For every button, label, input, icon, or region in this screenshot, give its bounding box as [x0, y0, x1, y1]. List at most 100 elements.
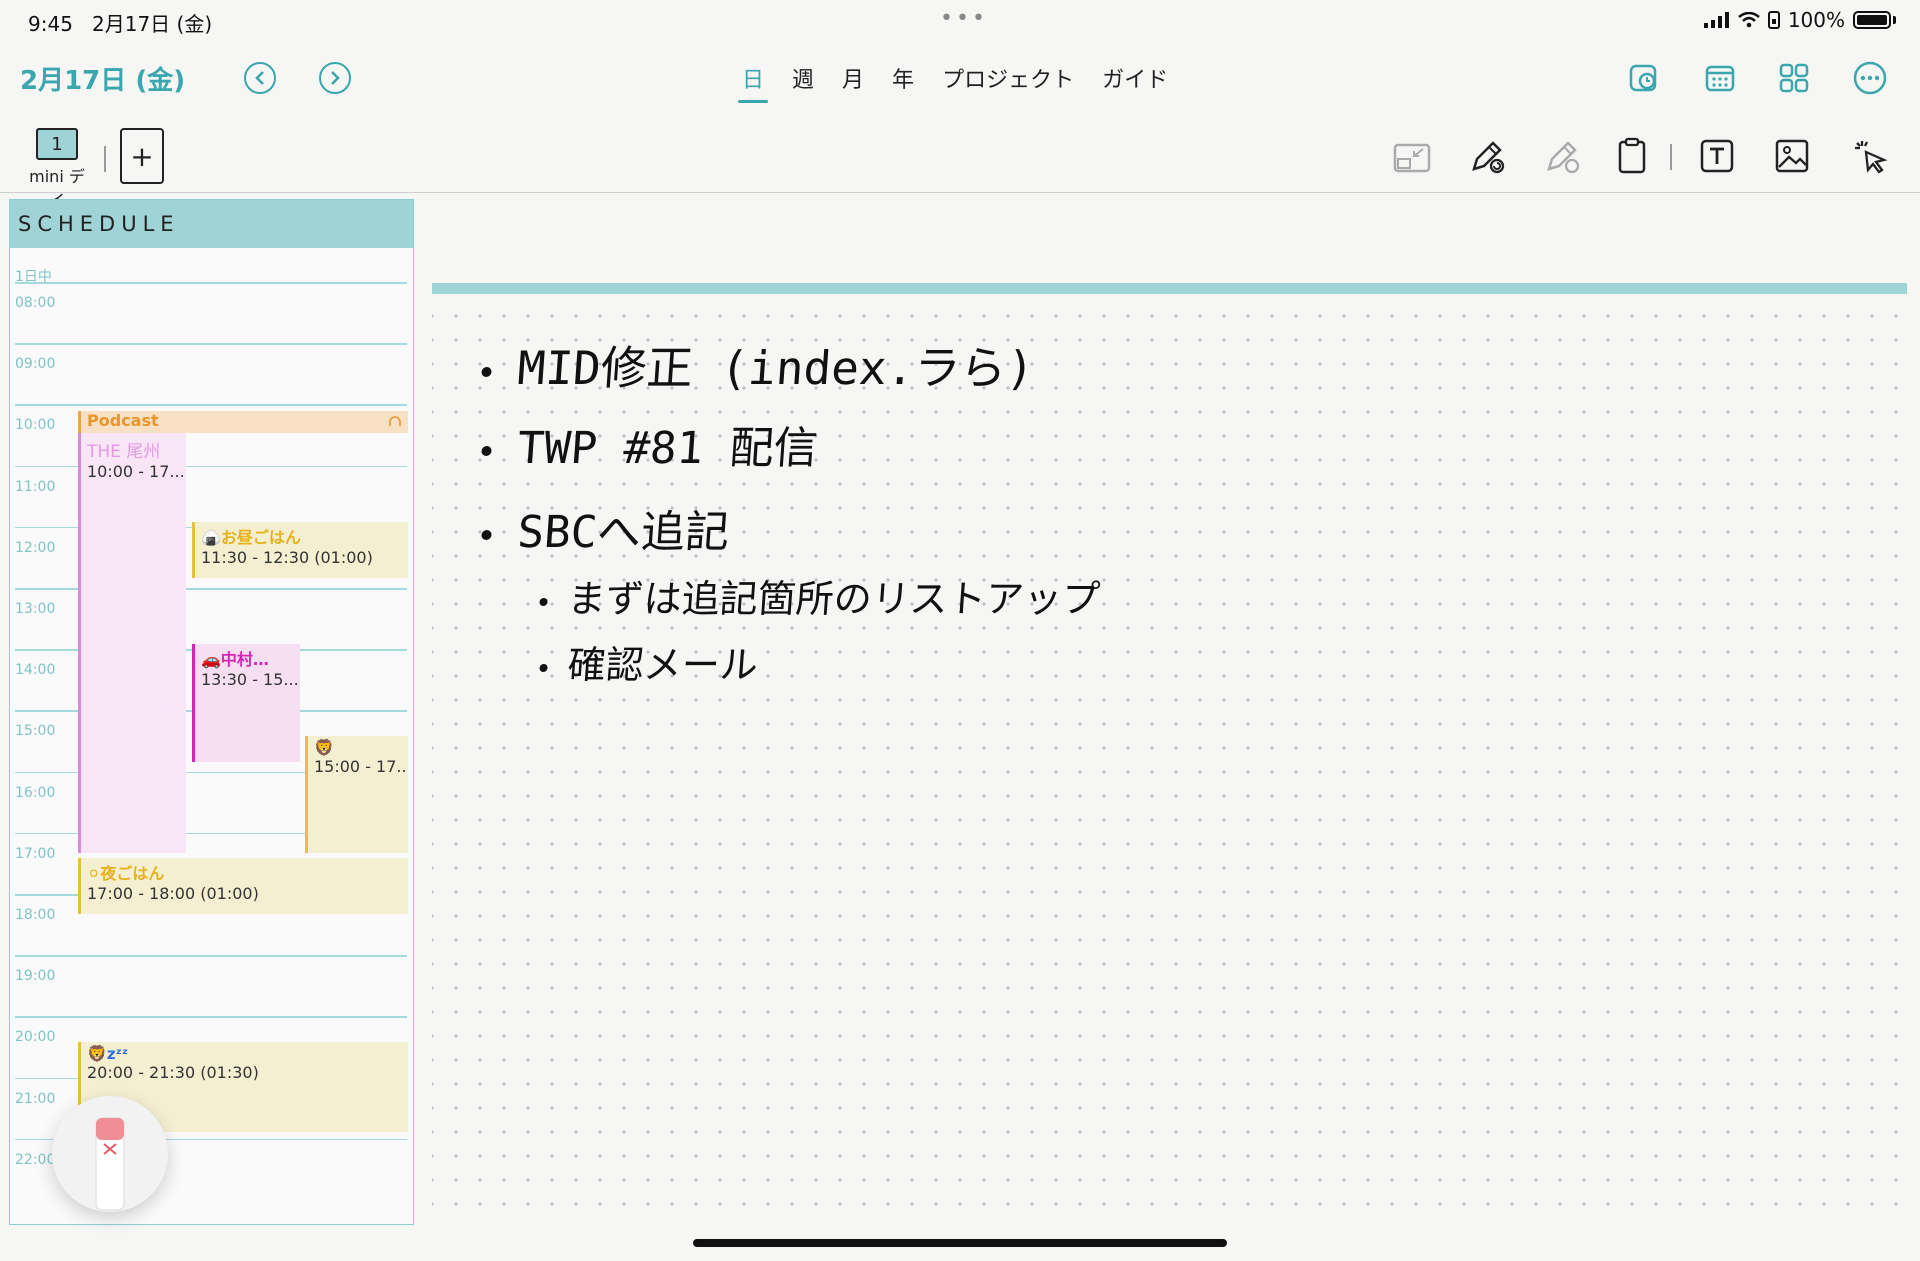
status-time: 9:45: [28, 12, 73, 36]
shrink-button[interactable]: [1392, 138, 1432, 178]
event-owari-time: 10:00 - 17...: [87, 462, 185, 481]
more-button[interactable]: [1852, 60, 1888, 96]
hour-label: 18:00: [15, 907, 56, 923]
clipboard-icon: [1618, 137, 1646, 174]
tab-day[interactable]: 日: [728, 62, 778, 103]
tab-guide[interactable]: ガイド: [1088, 62, 1182, 94]
event-podcast-title: Podcast: [87, 411, 159, 430]
chevron-right-icon: [331, 71, 340, 85]
shrink-window-icon: [1393, 143, 1431, 173]
toolbar-separator: [0, 192, 1920, 193]
status-indicators: 100%: [1703, 8, 1896, 32]
tab-year[interactable]: 年: [878, 62, 928, 94]
clock-calendar-icon: [1629, 64, 1657, 92]
note-canvas[interactable]: MID修正 (index.ラら) TWP #81 配信 SBCへ追記 まずは追記…: [432, 296, 1907, 1226]
hour-label: 17:00: [15, 845, 56, 862]
bullet-icon: [539, 663, 548, 672]
note-line: まずは追記箇所のリストアップ: [538, 568, 1102, 623]
hour-label: 10:00: [15, 417, 56, 434]
lion-icon: 🦁: [87, 1044, 107, 1063]
multitask-dots-icon[interactable]: •••: [940, 6, 988, 31]
hour-label: 09:00: [15, 356, 56, 373]
hour-label: 13:00: [15, 601, 56, 617]
view-tabs: 日 週 月 年 プロジェクト ガイド: [728, 62, 1182, 103]
pencil-tool-button[interactable]: [52, 1096, 168, 1212]
hour-divider: [15, 588, 407, 590]
eraser-pencil-icon: [95, 1117, 125, 1211]
pen-tool-button[interactable]: [1467, 136, 1507, 176]
event-owari[interactable]: THE 尾州 10:00 - 17...: [78, 433, 186, 853]
page-title[interactable]: 2月17日 (金): [20, 60, 185, 97]
schedule-panel: SCHEDULE 1日中 08:00 09:00 10:00 11:00 12:00 13…: [9, 199, 414, 1225]
hour-divider: [15, 465, 407, 468]
hour-label: 16:00: [15, 784, 56, 801]
clipboard-button[interactable]: [1612, 136, 1652, 176]
hour-label: 15:00: [15, 723, 56, 740]
bullet-icon: [481, 366, 492, 377]
add-page-button[interactable]: +: [120, 128, 164, 184]
chevron-left-icon: [255, 71, 264, 85]
event-dinner-title: 夜ごはん: [100, 864, 165, 883]
battery-tip: [1893, 16, 1896, 24]
sleep-zz-icon: zᶻᶻ: [106, 1045, 129, 1063]
hour-divider: [15, 955, 407, 957]
note-line: TWP #81 配信: [480, 412, 820, 476]
pen-icon: [1472, 141, 1505, 174]
event-dinner[interactable]: ⚪夜ごはん 17:00 - 18:00 (01:00): [78, 858, 408, 914]
home-indicator[interactable]: [693, 1239, 1227, 1247]
more-icon: [1853, 61, 1887, 95]
event-nakamura[interactable]: 🚗中村… 13:30 - 15...: [192, 644, 300, 762]
image-icon: [1775, 139, 1809, 173]
note-text: TWP #81 配信: [515, 423, 820, 474]
event-podcast[interactable]: Podcast: [78, 411, 408, 433]
eraser-tool-button[interactable]: [1542, 136, 1582, 176]
hour-label: 12:00: [15, 539, 56, 556]
hour-label: 11:00: [15, 478, 56, 495]
clock-calendar-button[interactable]: [1626, 60, 1662, 96]
hour-label: 20:00: [15, 1029, 56, 1046]
hour-divider: [15, 1016, 407, 1018]
battery-percent: 100%: [1787, 8, 1845, 32]
prev-day-button[interactable]: [244, 62, 276, 94]
note-header-band: [432, 283, 1907, 294]
mini-page-number: 1: [36, 128, 78, 160]
note-text: MID修正 (index.ラら): [515, 341, 1037, 395]
next-day-button[interactable]: [319, 62, 351, 94]
tab-project[interactable]: プロジェクト: [928, 62, 1088, 94]
schedule-title: SCHEDULE: [10, 200, 413, 248]
event-lunch-time: 11:30 - 12:30 (01:00): [201, 548, 373, 567]
event-lion[interactable]: 🦁 15:00 - 17...: [305, 736, 408, 853]
event-nakamura-title: 中村…: [220, 650, 269, 669]
tab-week[interactable]: 週: [778, 62, 828, 94]
calendar-button[interactable]: [1702, 60, 1738, 96]
hour-label: 19:00: [15, 968, 56, 985]
plus-icon: +: [130, 139, 154, 173]
wifi-icon: [1738, 12, 1760, 28]
text-box-button[interactable]: [1697, 136, 1737, 176]
grid-icon: [1779, 63, 1809, 93]
image-button[interactable]: [1772, 136, 1812, 176]
event-dinner-time: 17:00 - 18:00 (01:00): [87, 884, 259, 903]
lion-icon: 🦁: [314, 738, 334, 757]
note-text: まずは追記箇所のリストアップ: [566, 577, 1102, 621]
grid-view-button[interactable]: [1776, 60, 1812, 96]
note-line: SBCへ追記: [480, 496, 732, 560]
pen-disabled-icon: [1547, 141, 1580, 174]
select-tool-button[interactable]: [1850, 136, 1890, 176]
hour-label: 22:00: [15, 1151, 56, 1168]
headphones-icon: [389, 416, 401, 426]
toolbar-divider-right: [1670, 144, 1672, 170]
status-time-date: 9:45 2月17日 (金): [28, 8, 212, 37]
event-owari-title: THE 尾州: [87, 442, 161, 462]
event-nakamura-time: 13:30 - 15...: [201, 670, 299, 689]
event-lion-time: 15:00 - 17...: [314, 757, 408, 776]
calendar-icon: [1705, 65, 1735, 92]
moon-icon: ⚪: [87, 864, 101, 883]
tab-month[interactable]: 月: [828, 62, 878, 94]
bullet-icon: [481, 530, 492, 540]
car-icon: 🚗: [201, 650, 221, 669]
event-lunch[interactable]: 🍙お昼ごはん 11:30 - 12:30 (01:00): [192, 522, 408, 578]
hour-divider: [15, 343, 407, 345]
lock-rotation-icon: [1767, 11, 1780, 29]
signal-icon: [1703, 12, 1729, 28]
